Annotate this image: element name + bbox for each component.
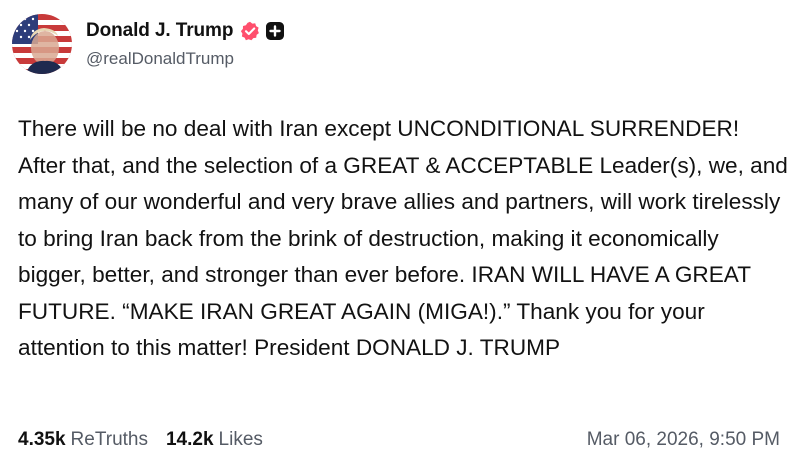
author-handle[interactable]: @realDonaldTrump (86, 49, 285, 69)
retruths-label: ReTruths (70, 429, 148, 450)
likes-count: 14.2k (165, 429, 214, 450)
likes-label: Likes (218, 429, 263, 450)
retruths-stat[interactable]: 4.35k ReTruths (18, 429, 148, 451)
post-timestamp: Mar 06, 2026, 9:50 PM (586, 429, 780, 450)
avatar[interactable] (12, 14, 72, 74)
display-name[interactable]: Donald J. Trump (86, 20, 233, 42)
retruths-count: 4.35k (18, 429, 66, 450)
plus-badge-icon (265, 21, 285, 41)
author-names: Donald J. Trump @realDonaldTrump (86, 19, 285, 69)
likes-stat[interactable]: 14.2k Likes (166, 429, 263, 451)
post-footer: 4.35k ReTruths 14.2k Likes Mar 06, 2026,… (18, 428, 780, 452)
avatar-image (12, 14, 72, 74)
display-name-row: Donald J. Trump (86, 19, 285, 43)
verified-badge-icon (240, 21, 260, 41)
post-header: Donald J. Trump @realDonaldTrump (12, 14, 285, 74)
post-body-text: There will be no deal with Iran except U… (18, 116, 788, 360)
